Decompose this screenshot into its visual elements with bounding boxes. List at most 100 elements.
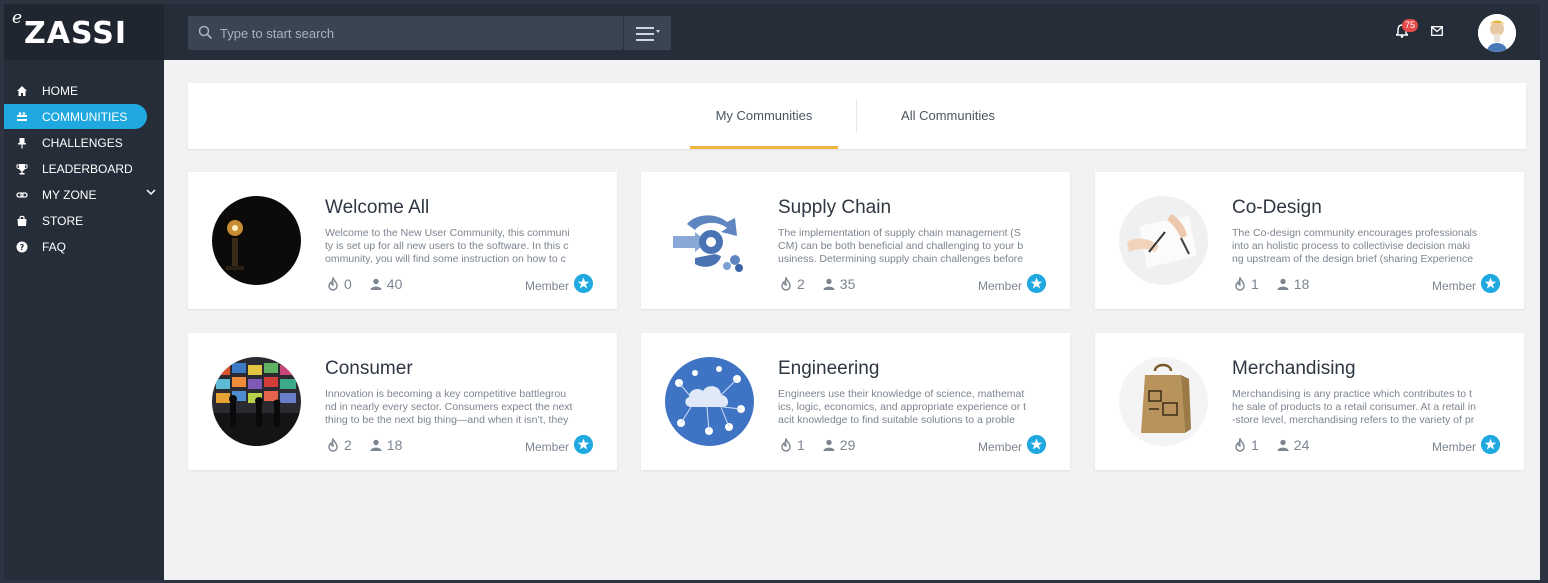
store-icon: [17, 215, 27, 226]
community-title: Supply Chain: [778, 197, 892, 218]
chevron-down-icon[interactable]: [146, 189, 156, 196]
star-badge-icon[interactable]: [1027, 274, 1046, 293]
community-card-merchandising[interactable]: Merchandising Merchandising is any pract…: [1095, 333, 1524, 470]
membership-status: Member: [524, 279, 569, 293]
svg-text:?: ?: [20, 243, 25, 252]
sidebar-item-faq[interactable]: ? FAQ: [4, 234, 164, 259]
sidebar-item-leaderboard[interactable]: LEADERBOARD: [4, 156, 164, 181]
community-thumbnail: [212, 196, 301, 285]
community-title: Co-Design: [1232, 197, 1322, 218]
community-description: The implementation of supply chain manag…: [778, 227, 1024, 265]
star-badge-icon[interactable]: [1027, 435, 1046, 454]
trophy-icon: [16, 163, 28, 174]
home-icon: [17, 85, 27, 96]
star-badge-icon[interactable]: [574, 435, 593, 454]
community-thumbnail: [1119, 357, 1208, 446]
flame-icon: [781, 438, 791, 452]
star-badge-icon[interactable]: [1481, 274, 1500, 293]
mail-icon[interactable]: [1431, 26, 1443, 36]
community-stats: 2 18: [327, 437, 402, 453]
search-box: [188, 16, 623, 50]
community-card-co-design[interactable]: Co-Design The Co-design community encour…: [1095, 172, 1524, 309]
user-icon: [823, 439, 835, 451]
sidebar-item-challenges[interactable]: CHALLENGES: [4, 130, 164, 155]
sidebar-item-my-zone[interactable]: MY ZONE: [4, 182, 164, 207]
flame-icon: [328, 277, 338, 291]
challenge-count: 2: [344, 437, 352, 453]
help-icon: ?: [16, 241, 28, 252]
top-bar: e ZASSI 75: [4, 4, 1540, 60]
community-stats: 1 24: [1234, 437, 1309, 453]
member-count: 18: [386, 437, 403, 453]
challenge-count: 1: [797, 437, 805, 453]
member-count: 24: [1293, 437, 1310, 453]
community-title: Consumer: [325, 358, 413, 379]
notification-badge: 75: [1402, 19, 1418, 32]
menu-toggle-button[interactable]: [623, 16, 671, 50]
flame-icon: [781, 277, 791, 291]
link-icon: [16, 191, 28, 198]
community-title: Engineering: [778, 358, 880, 379]
logo-prefix: e: [12, 8, 23, 28]
community-thumbnail: [1119, 196, 1208, 285]
sidebar-item-label: HOME: [42, 83, 78, 98]
community-stats: 0 40: [327, 276, 402, 292]
community-stats: 1 18: [1234, 276, 1309, 292]
search-input[interactable]: [220, 16, 610, 50]
community-title: Merchandising: [1232, 358, 1356, 379]
membership-status: Member: [524, 440, 569, 454]
community-description: Innovation is becoming a key competitive…: [325, 388, 573, 426]
community-description: Merchandising is any practice which cont…: [1232, 388, 1476, 426]
challenge-count: 2: [797, 276, 805, 292]
challenge-count: 0: [344, 276, 352, 292]
challenge-count: 1: [1251, 276, 1259, 292]
star-badge-icon[interactable]: [1481, 435, 1500, 454]
community-title: Welcome All: [325, 197, 430, 218]
star-badge-icon[interactable]: [574, 274, 593, 293]
user-icon: [823, 278, 835, 290]
user-icon: [370, 278, 382, 290]
sidebar-item-label: STORE: [42, 213, 84, 228]
community-card-supply-chain[interactable]: Supply Chain The implementation of suppl…: [641, 172, 1070, 309]
menu-icon: [636, 27, 660, 41]
logo-name: ZASSI: [24, 16, 127, 51]
flame-icon: [328, 438, 338, 452]
user-icon: [370, 439, 382, 451]
community-card-welcome-all[interactable]: Welcome All Welcome to the New User Comm…: [188, 172, 617, 309]
tab-divider: [856, 99, 857, 133]
community-stats: 2 35: [780, 276, 855, 292]
community-card-consumer[interactable]: Consumer Innovation is becoming a key co…: [188, 333, 617, 470]
brand-logo[interactable]: e ZASSI: [4, 4, 164, 60]
sidebar-item-communities[interactable]: COMMUNITIES: [4, 104, 147, 129]
community-thumbnail: [665, 357, 754, 446]
community-description: Welcome to the New User Community, this …: [325, 227, 570, 265]
flame-icon: [1235, 438, 1245, 452]
sidebar-item-label: FAQ: [42, 239, 67, 254]
sidebar: HOME COMMUNITIES CHALLENGES LEADERBOARD …: [4, 60, 164, 580]
sidebar-item-label: CHALLENGES: [42, 135, 123, 150]
user-avatar[interactable]: [1478, 14, 1516, 52]
membership-status: Member: [1431, 440, 1476, 454]
pin-icon: [18, 137, 26, 148]
community-thumbnail: [212, 357, 301, 446]
communities-icon: [17, 111, 27, 121]
sidebar-item-label: MY ZONE: [42, 187, 97, 202]
membership-status: Member: [1431, 279, 1476, 293]
sidebar-item-home[interactable]: HOME: [4, 78, 164, 103]
sidebar-item-store[interactable]: STORE: [4, 208, 164, 233]
community-stats: 1 29: [780, 437, 855, 453]
member-count: 29: [839, 437, 856, 453]
community-card-engineering[interactable]: Engineering Engineers use their knowledg…: [641, 333, 1070, 470]
tab-all-communities[interactable]: All Communities: [888, 83, 1008, 149]
flame-icon: [1235, 277, 1245, 291]
membership-status: Member: [977, 279, 1022, 293]
member-count: 18: [1293, 276, 1310, 292]
community-thumbnail: [665, 196, 754, 285]
user-icon: [1277, 278, 1289, 290]
tab-my-communities[interactable]: My Communities: [690, 83, 838, 149]
challenge-count: 1: [1251, 437, 1259, 453]
communities-tabs: My Communities All Communities: [188, 83, 1526, 149]
user-icon: [1277, 439, 1289, 451]
sidebar-item-label: LEADERBOARD: [42, 161, 133, 176]
member-count: 40: [386, 276, 403, 292]
